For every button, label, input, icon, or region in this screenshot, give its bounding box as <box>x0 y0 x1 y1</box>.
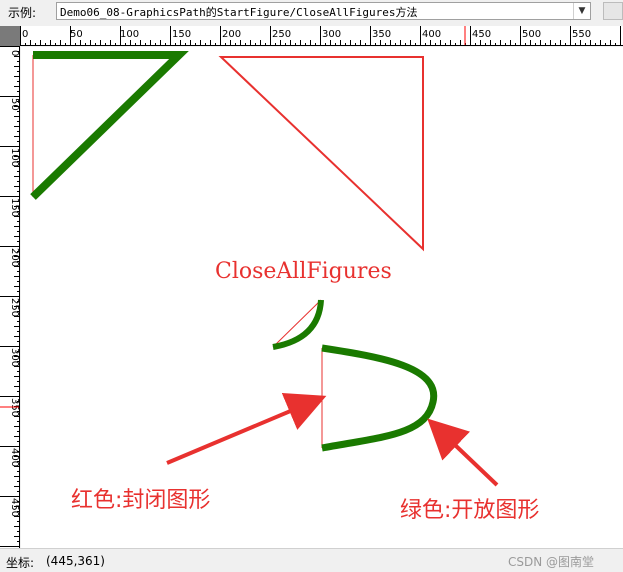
ruler-top-label: 250 <box>272 29 291 40</box>
horizontal-ruler: 0 50 100 150 200 250 300 350 400 450 500… <box>20 26 623 46</box>
arrow-to-closed <box>166 392 327 465</box>
ruler-left-label: 100 <box>9 148 20 167</box>
ruler-top-label: 450 <box>472 29 491 40</box>
horizontal-ruler-svg: 0 50 100 150 200 250 300 350 400 450 500… <box>20 26 621 45</box>
ruler-left-label: 150 <box>9 198 20 217</box>
ruler-left-label: 450 <box>9 498 20 517</box>
ruler-top-label: 50 <box>70 29 83 40</box>
example-select[interactable]: Demo06_08-GraphicsPath的StartFigure/Close… <box>56 2 591 20</box>
vertical-ruler-svg: 0 50 100 150 200 250 300 350 400 450 <box>0 46 20 547</box>
ruler-left-label: 200 <box>9 248 20 267</box>
ruler-top-label: 350 <box>372 29 391 40</box>
toolbar: 示例: Demo06_08-GraphicsPath的StartFigure/C… <box>0 0 623 24</box>
ruler-left-label: 300 <box>9 348 20 367</box>
open-figure-polyline <box>30 51 189 200</box>
ruler-top-label: 300 <box>322 29 341 40</box>
ruler-top-label: 0 <box>22 29 28 40</box>
ruler-top-label: 400 <box>422 29 441 40</box>
ruler-left-label: 400 <box>9 448 20 467</box>
ruler-left-label: 250 <box>9 298 20 317</box>
toolbar-extra-button[interactable] <box>603 2 623 20</box>
ruler-top-label: 100 <box>120 29 139 40</box>
close-all-figures-caption: CloseAllFigures <box>215 259 392 284</box>
d-shape-curve <box>321 344 438 452</box>
vertical-ruler: 0 50 100 150 200 250 300 350 400 450 <box>0 46 20 548</box>
ruler-corner <box>0 26 20 46</box>
coordinates-value: (445,361) <box>46 554 105 568</box>
coordinates-label: 坐标: <box>6 556 35 570</box>
closed-triangle <box>218 56 424 252</box>
ruler-left-label: 350 <box>9 398 20 417</box>
ruler-top-label: 500 <box>522 29 541 40</box>
chevron-down-icon[interactable]: ▼ <box>573 3 590 19</box>
arrow-to-open <box>427 418 499 487</box>
red-note: 红色:封闭图形 <box>71 488 210 513</box>
ruler-left-label: 50 <box>9 98 20 111</box>
example-label: 示例: <box>8 6 37 20</box>
status-bar: 坐标: (445,361) CSDN @图南堂 <box>0 548 623 572</box>
green-note: 绿色:开放图形 <box>400 498 539 523</box>
ruler-top-label: 550 <box>572 29 591 40</box>
drawing-canvas[interactable]: CloseAllFigures 红色:封闭图形 绿色:开放图形 <box>21 47 623 548</box>
ruler-top-label: 150 <box>172 29 191 40</box>
canvas-svg: CloseAllFigures 红色:封闭图形 绿色:开放图形 <box>30 51 539 523</box>
example-select-value: Demo06_08-GraphicsPath的StartFigure/Close… <box>60 6 418 19</box>
ruler-left-label: 0 <box>9 50 20 56</box>
ruler-top-label: 200 <box>222 29 241 40</box>
watermark: CSDN @图南堂 <box>508 555 595 569</box>
